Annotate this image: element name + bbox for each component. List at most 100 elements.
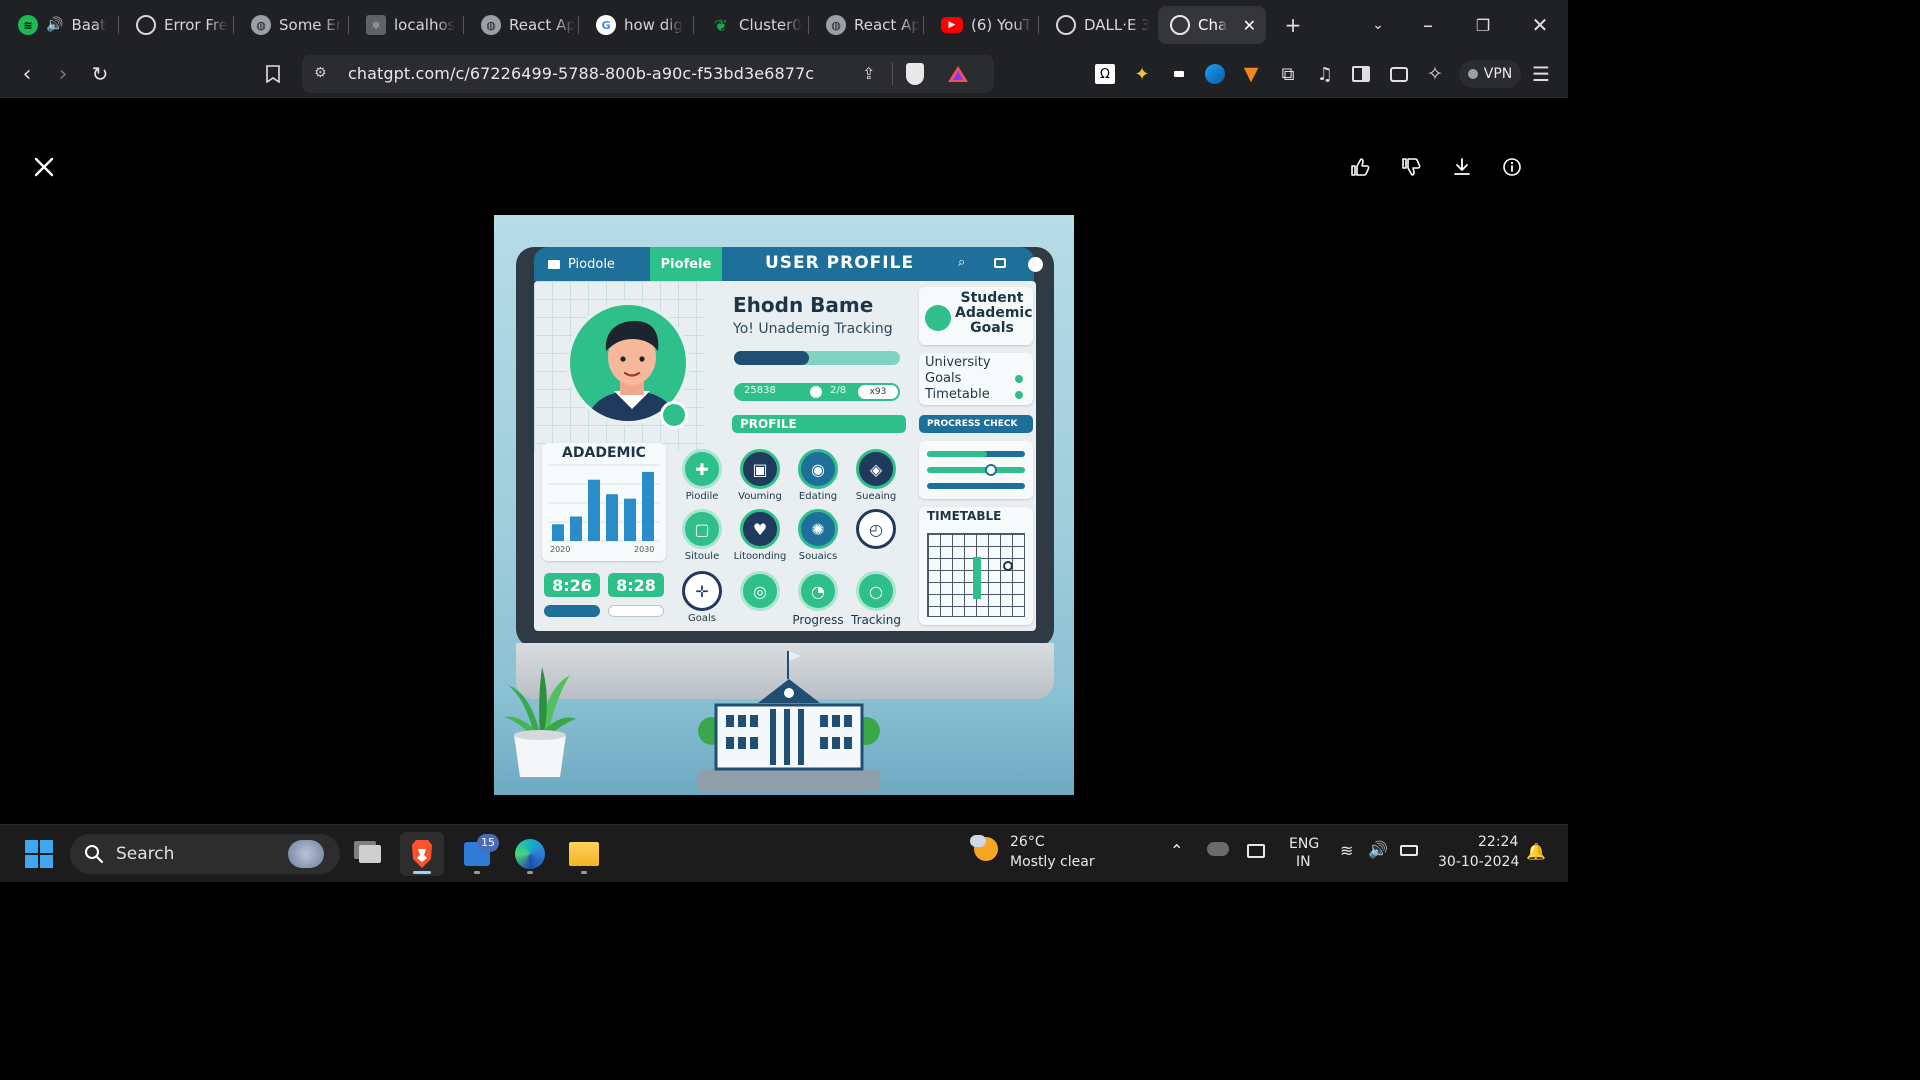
info-button[interactable] <box>1495 150 1529 184</box>
bookmark-button[interactable] <box>258 59 288 89</box>
tab-title: how dig <box>624 16 683 34</box>
tab-separator <box>118 16 119 34</box>
clock-value: 8:28 <box>616 575 656 595</box>
thumbs-up-button[interactable] <box>1343 150 1377 184</box>
slider-knob-icon <box>985 464 997 476</box>
site-settings-icon[interactable]: ⚙ <box>314 65 327 81</box>
nav-tab-1: Piodole <box>548 247 648 281</box>
tracking-icon: ○ <box>856 571 896 611</box>
minimize-button[interactable]: – <box>1413 10 1443 40</box>
tab-react-app-1[interactable]: ◍ React Ap <box>469 6 575 44</box>
close-icon <box>34 157 54 177</box>
volume-icon[interactable]: 🔊 <box>1368 840 1388 859</box>
tab-dalle[interactable]: DALL·E 3 <box>1044 6 1150 44</box>
thumbs-up-icon <box>1351 158 1370 176</box>
extension-dark-button[interactable] <box>1164 59 1194 89</box>
close-icon: ✕ <box>1531 13 1549 37</box>
slider-track <box>927 467 1025 473</box>
info-icon <box>1503 158 1521 176</box>
viewing-icon: ▣ <box>740 449 780 489</box>
settings-dot-icon <box>1028 257 1043 272</box>
language-region[interactable]: IN <box>1296 854 1311 870</box>
minimize-icon: – <box>1423 13 1433 37</box>
tab-localhost[interactable]: ⚛ localhos <box>354 6 460 44</box>
task-view-button[interactable] <box>348 832 392 876</box>
language-code[interactable]: ENG <box>1289 836 1319 852</box>
university-line: University <box>925 355 991 370</box>
start-button[interactable] <box>17 832 61 876</box>
tab-separator <box>923 16 924 34</box>
react-icon: ⚛ <box>366 15 386 35</box>
forward-button[interactable]: › <box>48 59 78 89</box>
timetable-title: TIMETABLE <box>927 509 1002 523</box>
address-bar[interactable]: ⚙ chatgpt.com/c/67226499-5788-800b-a90c-… <box>302 55 994 93</box>
tab-some-error[interactable]: ◍ Some Er <box>239 6 345 44</box>
menu-button[interactable]: ☰ <box>1526 59 1556 89</box>
search-icon <box>85 845 104 864</box>
taskbar-edge[interactable] <box>508 832 552 876</box>
taskbar-file-explorer[interactable] <box>562 832 606 876</box>
tab-chatgpt-error[interactable]: Error Fre <box>124 6 230 44</box>
progress-track <box>734 351 900 365</box>
new-tab-button[interactable]: + <box>1278 10 1308 40</box>
brave-shields-icon[interactable] <box>906 63 924 85</box>
extension-omega-button[interactable]: Ω <box>1090 59 1120 89</box>
running-indicator <box>527 871 533 874</box>
clock-date[interactable]: 30-10-2024 <box>1438 854 1519 870</box>
notification-bell-icon[interactable]: 🔔 <box>1526 842 1546 861</box>
restore-button[interactable]: ❐ <box>1468 10 1498 40</box>
icon-label: Sueaing <box>855 491 897 502</box>
close-window-button[interactable]: ✕ <box>1525 10 1555 40</box>
sidebar-button[interactable] <box>1346 59 1376 89</box>
taskbar-brave[interactable] <box>400 832 444 876</box>
chevron-up-icon[interactable]: ⌃ <box>1170 841 1183 860</box>
running-indicator <box>474 871 480 874</box>
extension-paint-button[interactable]: ✦ <box>1127 59 1157 89</box>
globe-icon: ◍ <box>251 15 271 35</box>
brave-rewards-icon[interactable] <box>947 65 969 83</box>
globe-icon: ◍ <box>481 15 501 35</box>
tab-mongodb[interactable]: ❦ Cluster0 <box>699 6 805 44</box>
sliders-card <box>919 441 1033 499</box>
display-icon[interactable] <box>1247 844 1265 858</box>
reload-button[interactable]: ↻ <box>85 59 115 89</box>
google-icon: G <box>596 15 616 35</box>
extension-edge-button[interactable] <box>1200 59 1230 89</box>
download-button[interactable] <box>1445 150 1479 184</box>
thumbs-down-button[interactable] <box>1394 150 1428 184</box>
tab-title: (6) YouT <box>971 16 1033 34</box>
taskbar-teams[interactable]: 15 <box>455 832 499 876</box>
onedrive-cloud-icon[interactable] <box>1207 842 1229 856</box>
wifi-icon[interactable]: ≋ <box>1340 841 1353 860</box>
extensions-button[interactable]: ⧉ <box>1273 59 1303 89</box>
tab-spotify[interactable]: ≋ 🔊 Baat <box>6 6 112 44</box>
tab-search-button[interactable]: ⌄ <box>1363 10 1393 40</box>
clock-time[interactable]: 22:24 <box>1478 834 1518 850</box>
tab-chatgpt-active[interactable]: Cha ✕ <box>1158 6 1266 44</box>
omega-icon: Ω <box>1095 64 1115 84</box>
leo-ai-button[interactable]: ✧ <box>1420 59 1450 89</box>
tab-youtube[interactable]: ▶ (6) YouT <box>929 6 1035 44</box>
tab-title: React Ap <box>854 16 920 34</box>
audio-playing-icon[interactable]: 🔊 <box>46 17 63 33</box>
task-view-icon <box>359 845 381 863</box>
nav-tab-label: Piofele <box>660 256 712 272</box>
close-tab-icon[interactable]: ✕ <box>1243 16 1256 35</box>
weather-description: Mostly clear <box>1010 854 1095 870</box>
battery-icon[interactable] <box>1400 845 1418 856</box>
weather-widget[interactable] <box>968 833 1004 869</box>
extension-metamask-button[interactable]: ▼ <box>1236 59 1266 89</box>
tab-google[interactable]: G how dig <box>584 6 690 44</box>
tab-react-app-2[interactable]: ◍ React Ap <box>814 6 920 44</box>
close-viewer-button[interactable] <box>27 150 61 184</box>
media-button[interactable]: ♫ <box>1310 59 1340 89</box>
wallet-button[interactable] <box>1384 59 1414 89</box>
share-icon[interactable]: ⇪ <box>862 64 875 83</box>
back-button[interactable]: ‹ <box>12 59 42 89</box>
plus-icon: + <box>1284 13 1302 37</box>
taskbar-search[interactable]: Search <box>70 834 340 874</box>
tab-title: Some Er <box>279 16 342 34</box>
url-text[interactable]: chatgpt.com/c/67226499-5788-800b-a90c-f5… <box>348 64 814 83</box>
vpn-button[interactable]: VPN <box>1459 60 1521 88</box>
chart-x-label-right: 2030 <box>634 545 655 554</box>
